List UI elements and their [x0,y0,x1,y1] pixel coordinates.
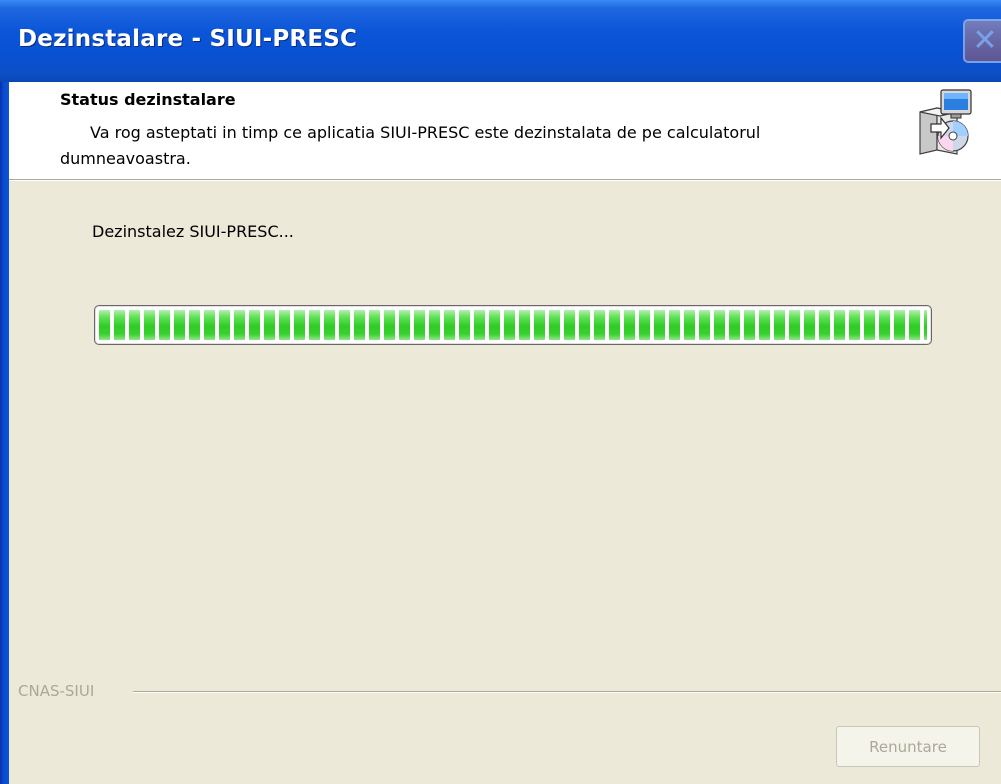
header-divider-highlight [9,180,1001,181]
window-title: Dezinstalare - SIUI-PRESC [18,26,358,52]
installer-icon [919,89,972,155]
header-title: Status dezinstalare [60,90,236,109]
footer-divider-highlight [133,692,1001,693]
close-icon: ✕ [972,23,998,58]
title-bar[interactable]: Dezinstalare - SIUI-PRESC ✕ [0,0,1001,82]
brand-label: CNAS-SIUI [18,682,95,700]
cancel-button[interactable]: Renuntare [836,726,980,767]
progress-bar-fill [99,310,927,340]
status-text: Dezinstalez SIUI-PRESC... [92,222,294,241]
progress-bar [94,305,932,345]
uninstall-dialog: Dezinstalare - SIUI-PRESC ✕ Status dezin… [0,0,1001,784]
header-subtitle: Va rog asteptati in timp ce aplicatia SI… [60,123,761,168]
close-button[interactable]: ✕ [963,19,1001,63]
window-frame-left [0,82,9,784]
